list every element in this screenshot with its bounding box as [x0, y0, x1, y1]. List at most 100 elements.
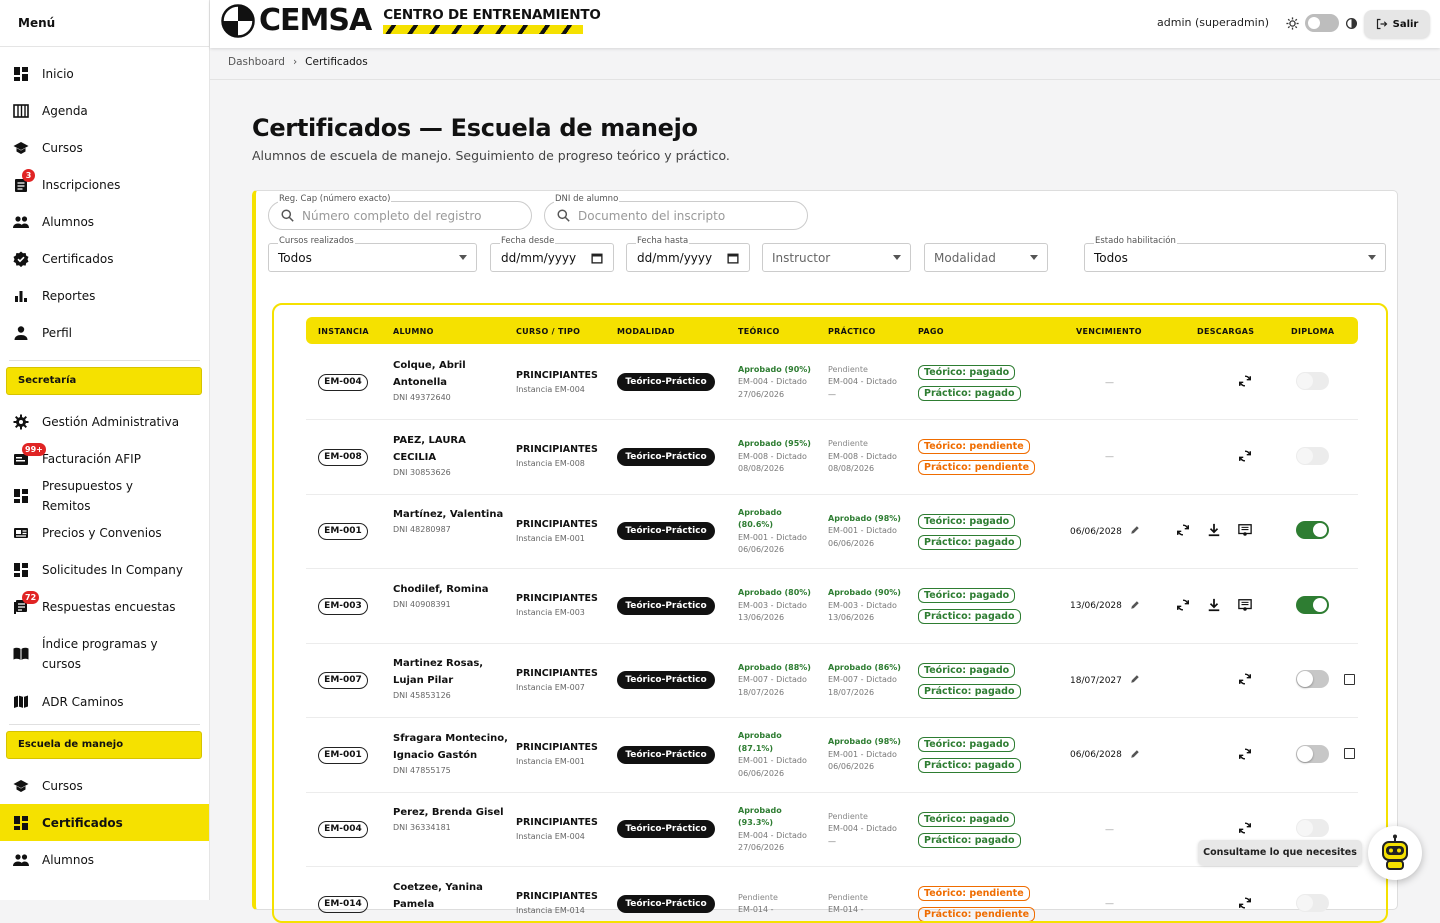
diploma-cell: [1296, 819, 1329, 837]
download-icon[interactable]: [1207, 598, 1223, 614]
sidebar-item-certificados[interactable]: Certificados: [0, 804, 209, 841]
dni-input[interactable]: Documento del inscripto: [544, 201, 808, 230]
estado-select[interactable]: Todos: [1084, 243, 1386, 272]
theory-info: EM-004 - Dictado 27/06/2026: [738, 830, 813, 855]
expiry-empty: —: [1105, 452, 1114, 462]
diploma-toggle[interactable]: [1296, 670, 1329, 688]
diploma-toggle[interactable]: [1296, 745, 1329, 763]
sidebar-item-inicio[interactable]: Inicio: [0, 55, 209, 92]
sync-icon[interactable]: [1238, 374, 1254, 390]
sync-icon[interactable]: [1238, 449, 1254, 465]
regcap-input[interactable]: Número completo del registro: [268, 201, 532, 230]
sidebar-item-inscripciones[interactable]: Inscripciones3: [0, 166, 209, 203]
cemsa-logo[interactable]: CEMSA CENTRO DE ENTRENAMIENTO: [221, 4, 601, 38]
student-dni: DNI 45853126: [393, 689, 508, 703]
downloads-cell: [1176, 747, 1254, 763]
sidebar-item-facturacion-afip[interactable]: Facturación AFIP99+: [0, 440, 209, 477]
sidebar-item-cursos[interactable]: Cursos: [0, 767, 209, 804]
search-icon: [557, 209, 570, 222]
download-icon[interactable]: [1207, 523, 1223, 539]
diploma-preview-icon[interactable]: [1238, 598, 1254, 614]
sidebar-item-alumnos[interactable]: Alumnos: [0, 841, 209, 878]
instance-pill: EM-003: [318, 598, 368, 615]
diploma-toggle: [1296, 819, 1329, 837]
practice-info: EM-008 - Dictado 08/08/2026: [828, 451, 903, 476]
theory-status: Aprobado (90%): [738, 364, 813, 377]
sync-icon[interactable]: [1238, 896, 1254, 912]
page-subtitle: Alumnos de escuela de manejo. Seguimient…: [252, 148, 730, 163]
theme-switch[interactable]: [1305, 14, 1339, 32]
theory-info: EM-001 - Dictado 06/06/2026: [738, 532, 813, 557]
sidebar-item-gestion-administrativa[interactable]: Gestión Administrativa: [0, 403, 209, 440]
logout-icon: [1376, 18, 1388, 30]
diploma-toggle[interactable]: [1296, 596, 1329, 614]
table-header: INSTANCIAALUMNOCURSO / TIPOMODALIDADTEÓR…: [306, 317, 1358, 344]
sidebar-item-respuestas-encuestas[interactable]: Respuestas encuestas72: [0, 588, 209, 625]
practice-cell: PendienteEM-004 - Dictado —: [828, 792, 903, 867]
breadcrumb: Dashboard›Certificados: [228, 56, 368, 68]
student-name: Coetzee, Yanina Pamela: [393, 879, 508, 913]
diploma-checkbox[interactable]: [1344, 674, 1355, 685]
modalidad-select[interactable]: Modalidad: [924, 243, 1048, 272]
cursos-select[interactable]: Todos: [268, 243, 477, 272]
diploma-toggle[interactable]: [1296, 521, 1329, 539]
sidebar-item-presupuestos-y-remitos[interactable]: Presupuestos y Remitos: [0, 477, 209, 514]
sidebar-item-alumnos[interactable]: Alumnos: [0, 203, 209, 240]
edit-icon[interactable]: [1122, 674, 1140, 687]
sidebar-item-perfil[interactable]: Perfil: [0, 314, 209, 351]
instructor-value: Instructor: [772, 251, 830, 265]
sidebar-item-adr-caminos[interactable]: ADR Caminos: [0, 683, 209, 720]
sync-icon[interactable]: [1176, 523, 1192, 539]
chatbot-button[interactable]: [1368, 826, 1422, 880]
student-cell: Martínez, ValentinaDNI 48280987: [393, 506, 508, 537]
sidebar-item-solicitudes-in-company[interactable]: Solicitudes In Company: [0, 551, 209, 588]
calendar-icon[interactable]: [727, 252, 739, 264]
practice-cell: PendienteEM-004 - Dictado —: [828, 345, 903, 420]
edit-icon[interactable]: [1122, 600, 1140, 613]
theory-cell: Aprobado (80%)EM-003 - Dictado 13/06/202…: [738, 569, 813, 644]
estado-label: Estado habilitación: [1094, 236, 1177, 246]
course-type: PRINCIPIANTES: [516, 817, 596, 828]
school-icon: [13, 778, 29, 794]
sidebar-item-label: Alumnos: [42, 850, 118, 870]
theory-status: Aprobado (93.3%): [738, 805, 813, 830]
course-cell: PRINCIPIANTESInstancia EM-007: [516, 643, 596, 718]
column-header: DESCARGAS: [1197, 327, 1254, 336]
sync-icon[interactable]: [1238, 821, 1254, 837]
desde-input[interactable]: dd/mm/yyyy: [490, 243, 614, 272]
sync-icon[interactable]: [1176, 598, 1192, 614]
diploma-checkbox[interactable]: [1344, 748, 1355, 759]
people-icon: [13, 852, 29, 868]
sidebar-item-indice-programas-y-cursos[interactable]: Índice programas y cursos: [0, 625, 209, 683]
chat-label[interactable]: Consultame lo que necesites: [1198, 840, 1362, 865]
sidebar-item-reportes[interactable]: Reportes: [0, 277, 209, 314]
student-cell: Martinez Rosas, Lujan PilarDNI 45853126: [393, 655, 508, 703]
calendar-icon[interactable]: [591, 252, 603, 264]
instructor-select[interactable]: Instructor: [762, 243, 911, 272]
sidebar-item-precios-y-convenios[interactable]: Precios y Convenios: [0, 514, 209, 551]
logout-button[interactable]: Salir: [1364, 10, 1430, 38]
sync-icon[interactable]: [1238, 747, 1254, 763]
diploma-preview-icon[interactable]: [1238, 523, 1254, 539]
student-name: Chodilef, Romina: [393, 581, 508, 598]
course-instance: Instancia EM-001: [516, 755, 596, 768]
hasta-input[interactable]: dd/mm/yyyy: [626, 243, 750, 272]
course-type: PRINCIPIANTES: [516, 519, 596, 530]
edit-icon[interactable]: [1122, 749, 1140, 762]
sync-icon[interactable]: [1238, 672, 1254, 688]
notification-badge: 72: [22, 591, 39, 604]
edit-icon[interactable]: [1122, 525, 1140, 538]
diploma-toggle: [1296, 894, 1329, 912]
table-row: EM-007Martinez Rosas, Lujan PilarDNI 458…: [306, 643, 1358, 718]
breadcrumb-dashboard[interactable]: Dashboard: [228, 56, 285, 68]
user-label: admin (superadmin): [1157, 16, 1269, 29]
sidebar-item-cursos[interactable]: Cursos: [0, 129, 209, 166]
student-cell: Sfragara Montecino, Ignacio GastónDNI 47…: [393, 730, 508, 778]
estado-filter: Todos Estado habilitación: [1084, 243, 1386, 272]
payment-badge: Práctico: pagado: [918, 386, 1021, 401]
diploma-cell: [1296, 372, 1329, 390]
dark-mode-icon: [1345, 17, 1358, 30]
sidebar-item-certificados[interactable]: Certificados: [0, 240, 209, 277]
sidebar-item-agenda[interactable]: Agenda: [0, 92, 209, 129]
practice-status: Aprobado (86%): [828, 662, 903, 675]
